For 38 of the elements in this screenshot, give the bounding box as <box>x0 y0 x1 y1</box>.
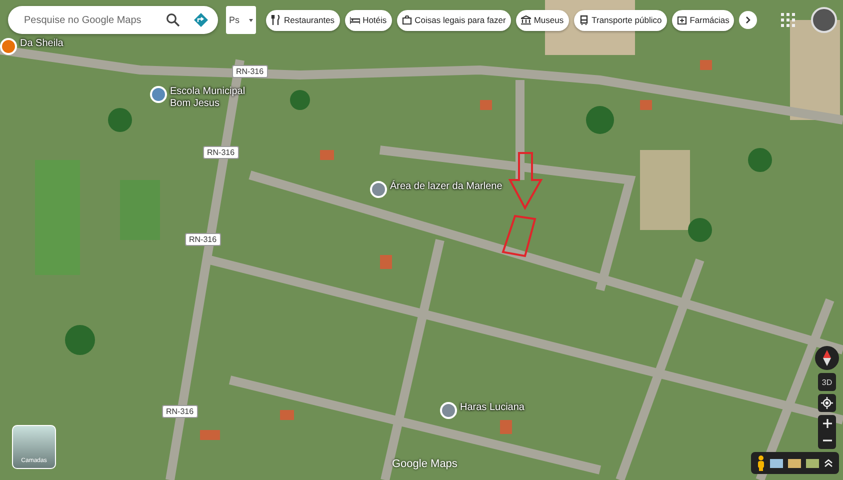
plot-outline <box>502 214 536 258</box>
my-location-icon[interactable] <box>818 394 836 412</box>
museum-icon <box>520 15 531 25</box>
search-icon[interactable] <box>166 13 180 27</box>
sky-thumbnail[interactable] <box>770 458 783 468</box>
camera-icon <box>402 15 412 25</box>
pharmacy-icon <box>676 15 687 25</box>
road-shield: RN-316 <box>232 65 268 78</box>
place-pin-icon[interactable] <box>440 402 457 419</box>
place-label[interactable]: Da Sheila <box>20 38 64 50</box>
satellite-thumbnail[interactable] <box>806 458 819 468</box>
expand-icon[interactable] <box>824 459 833 467</box>
category-chip[interactable]: Transporte público <box>574 10 667 30</box>
bed-icon <box>350 15 360 25</box>
search-bar[interactable]: Pesquise no Google Maps <box>8 6 218 34</box>
terrain-thumbnail[interactable] <box>788 458 801 468</box>
search-input[interactable]: Pesquise no Google Maps <box>22 14 152 26</box>
pegman-icon[interactable] <box>757 455 765 471</box>
place-pin-icon[interactable] <box>370 181 387 198</box>
apps-grid-icon[interactable] <box>781 13 795 27</box>
place-label[interactable]: Área de lazer da Marlene <box>390 181 502 193</box>
layer-menu-button[interactable]: Ps <box>226 6 256 34</box>
directions-icon[interactable] <box>194 13 208 27</box>
road-shield: RN-316 <box>185 233 221 246</box>
google-maps-logo: Google Maps <box>392 458 458 470</box>
road-shield: RN-316 <box>162 405 198 418</box>
road-shield: RN-316 <box>203 146 239 159</box>
place-label[interactable]: Haras Luciana <box>460 402 524 414</box>
category-chip[interactable]: Coisas legais para fazer <box>396 10 511 30</box>
place-pin-icon[interactable] <box>0 38 17 55</box>
caret-icon <box>249 18 253 22</box>
fork-knife-icon <box>271 15 281 25</box>
place-label[interactable]: Escola Municipal Bom Jesus <box>170 86 250 110</box>
down-arrow-icon <box>508 152 543 210</box>
category-chip[interactable]: Restaurantes <box>266 10 340 30</box>
3d-button[interactable]: 3D <box>818 373 836 391</box>
bus-icon <box>578 15 589 25</box>
place-pin-icon[interactable] <box>150 86 167 103</box>
